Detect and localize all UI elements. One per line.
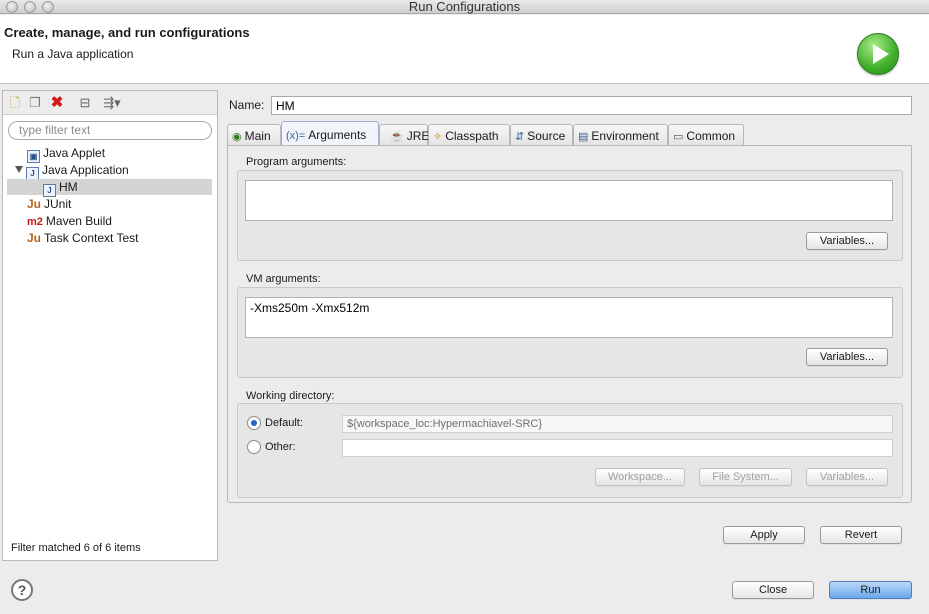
working-dir-label: Working directory: [246,390,335,402]
default-dir-label: Default: [265,417,303,429]
filter-input[interactable]: type filter text [8,121,212,140]
tree-item-task-context-test[interactable]: Ju Task Context Test [27,230,139,246]
name-label: Name: [229,98,265,112]
duplicate-icon[interactable]: ❐ [27,95,43,111]
tree-item-java-applet[interactable]: ▣ Java Applet [27,145,105,163]
apply-button[interactable]: Apply [723,526,805,544]
name-input[interactable] [271,96,912,115]
vm-args-input[interactable] [245,297,893,338]
other-dir-label: Other: [265,441,296,453]
program-args-label: Program arguments: [246,156,347,168]
dialog-header: Create, manage, and run configurations R… [0,15,929,84]
tree-toolbar: 🗋 ❐ ✖ ⊟ ⇶▾ [3,91,217,115]
tab-jre[interactable]: ☕ JRE [379,124,429,147]
tab-arguments[interactable]: (x)= Arguments [281,121,379,147]
maven-icon: m2 [27,216,43,228]
delete-icon[interactable]: ✖ [49,95,65,111]
tab-classpath[interactable]: ✧ Classpath [428,124,510,147]
tab-environment[interactable]: ▤ Environment [573,124,668,147]
config-tree-panel: 🗋 ❐ ✖ ⊟ ⇶▾ type filter text ▣ Java Applet… [2,90,218,561]
close-button[interactable]: Close [732,581,814,599]
default-dir-field: ${workspace_loc:Hypermachiavel-SRC} [342,415,893,433]
minimize-window-icon[interactable] [24,1,36,13]
file-system-button[interactable]: File System... [699,468,792,486]
dialog-title: Create, manage, and run configurations [4,25,250,40]
tab-main[interactable]: ◉ Main [227,124,281,147]
working-dir-variables-button[interactable]: Variables... [806,468,888,486]
tree-item-hm[interactable]: J HM [7,179,212,197]
tree-item-junit[interactable]: Ju JUnit [27,196,71,212]
other-dir-radio[interactable] [247,440,261,454]
tab-source[interactable]: ⇵ Source [510,124,573,147]
vm-args-label: VM arguments: [246,273,321,285]
vm-args-variables-button[interactable]: Variables... [806,348,888,366]
junit-icon: Ju [27,197,42,211]
workspace-button[interactable]: Workspace... [595,468,685,486]
new-config-icon[interactable]: 🗋 [7,95,23,111]
window-title: Run Configurations [408,0,521,14]
junit-icon: Ju [27,231,42,245]
program-args-input[interactable] [245,180,893,221]
filter-icon[interactable]: ⇶▾ [99,95,125,111]
collapse-all-icon[interactable]: ⊟ [77,95,93,111]
title-bar: Run Configurations [0,0,929,14]
zoom-window-icon[interactable] [42,1,54,13]
run-icon [857,33,899,75]
other-dir-field[interactable] [342,439,893,457]
tree-item-java-application[interactable]: J Java Application [15,162,129,180]
revert-button[interactable]: Revert [820,526,902,544]
program-args-variables-button[interactable]: Variables... [806,232,888,250]
config-tabs: ◉ Main (x)= Arguments ☕ JRE ✧ Classpath ⇵ Sou… [227,121,912,147]
tree-item-maven-build[interactable]: m2 Maven Build [27,213,112,229]
expand-arrow-icon[interactable] [15,166,23,173]
help-icon[interactable]: ? [11,579,33,601]
dialog-subtitle: Run a Java application [12,47,134,61]
filter-status: Filter matched 6 of 6 items [11,542,141,554]
close-window-icon[interactable] [6,1,18,13]
run-button[interactable]: Run [829,581,912,599]
default-dir-radio[interactable] [247,416,261,430]
tab-common[interactable]: ▭ Common [668,124,744,147]
